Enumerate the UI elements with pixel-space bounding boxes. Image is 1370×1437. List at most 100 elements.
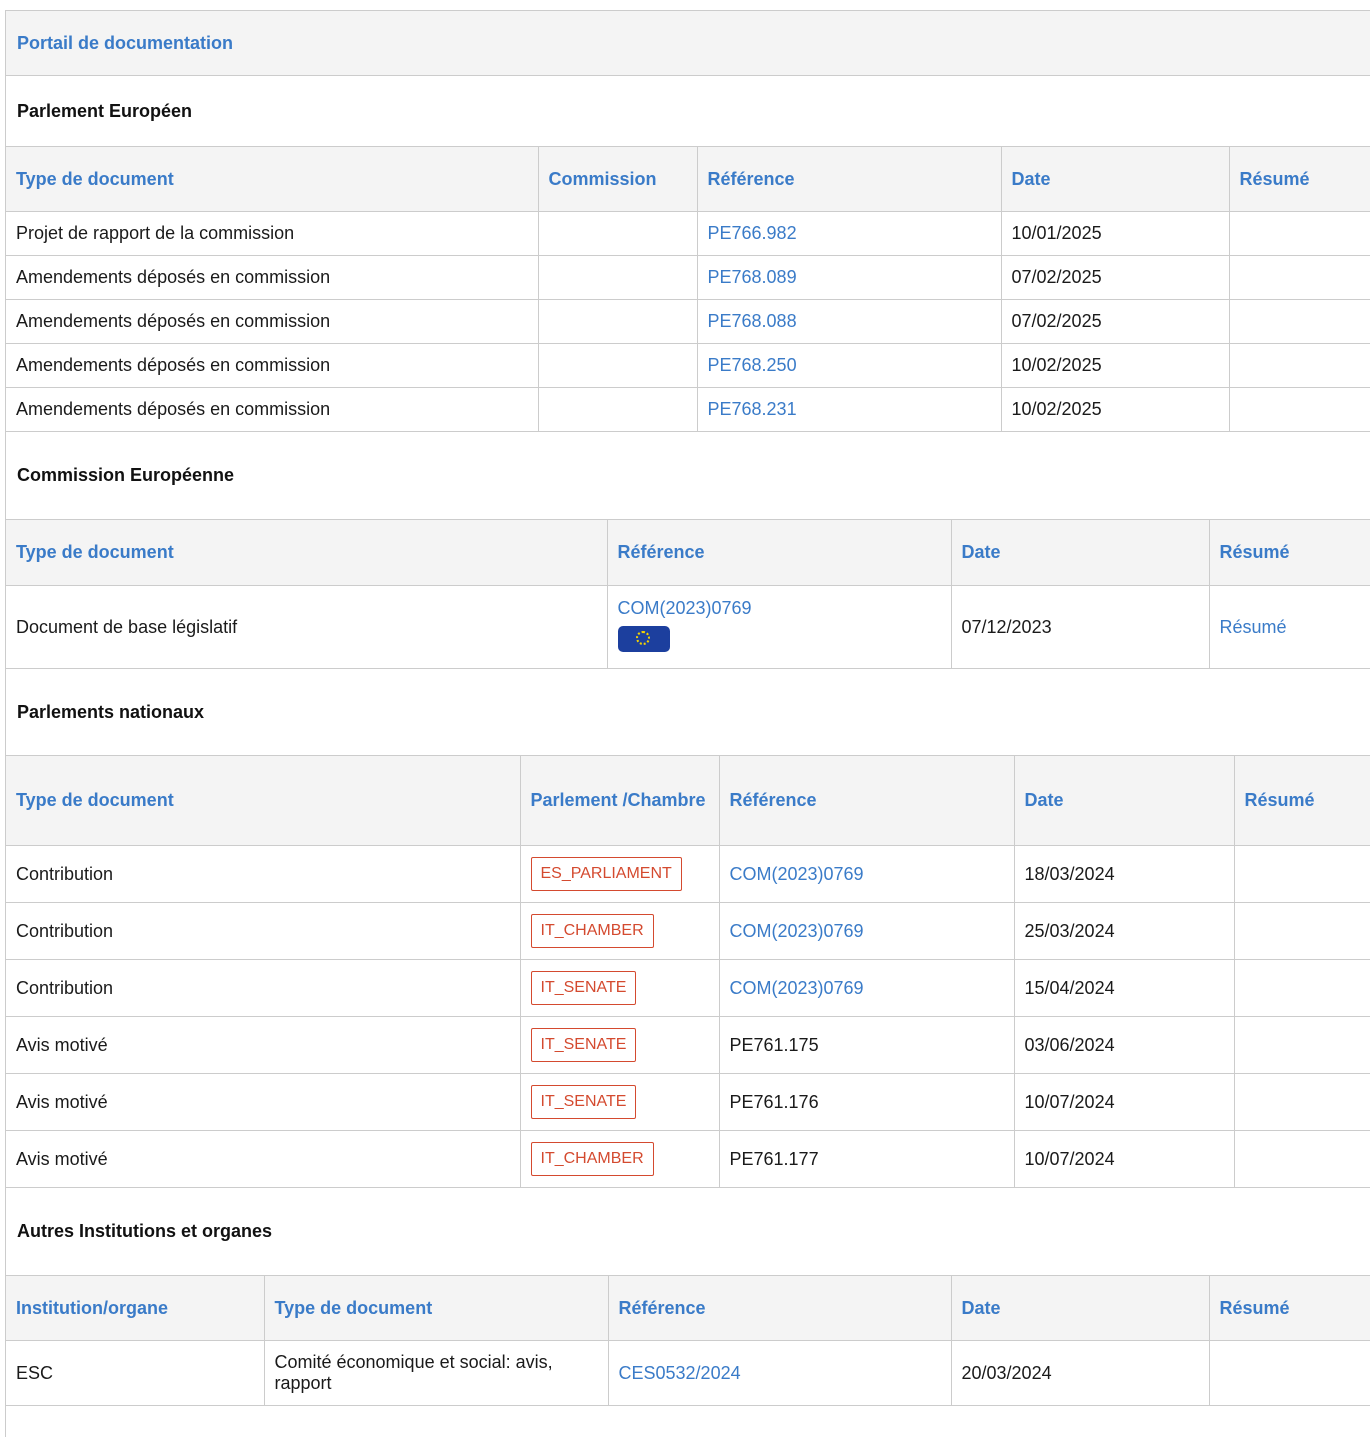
np-chamber-cell: IT_SENATE [519,1016,720,1074]
np-col-summary[interactable]: Résumé [1233,755,1370,846]
ep-summary-cell [1228,299,1370,344]
chamber-badge[interactable]: IT_SENATE [530,971,637,1005]
ep-reference-cell: PE768.089 [696,255,1002,300]
np-date-cell: 10/07/2024 [1013,1073,1235,1131]
np-date-cell: 10/07/2024 [1013,1130,1235,1188]
ep-commission-cell [537,387,698,432]
ep-reference-cell: PE768.250 [696,343,1002,388]
chamber-badge[interactable]: IT_CHAMBER [530,1142,654,1176]
ep-reference-link[interactable]: PE768.089 [708,267,797,287]
np-reference-link[interactable]: COM(2023)0769 [730,978,864,998]
np-reference-cell: PE761.177 [718,1130,1015,1188]
np-type-cell: Contribution [6,959,521,1017]
np-date-cell: 18/03/2024 [1013,845,1235,903]
ec-col-date[interactable]: Date [950,519,1210,586]
np-type-cell: Avis motivé [6,1130,521,1188]
chamber-badge[interactable]: IT_CHAMBER [530,914,654,948]
np-summary-cell [1233,1073,1370,1131]
ec-reference-link[interactable]: COM(2023)0769 [618,598,752,618]
other-col-institution[interactable]: Institution/organe [6,1275,265,1341]
np-reference-link[interactable]: COM(2023)0769 [730,864,864,884]
np-reference-cell: COM(2023)0769 [718,845,1015,903]
table-row: Avis motivé IT_CHAMBER PE761.177 10/07/2… [6,1130,1370,1188]
table-row: Amendements déposés en commission PE768.… [6,255,1370,300]
ep-col-date[interactable]: Date [1000,146,1230,212]
ep-col-summary[interactable]: Résumé [1228,146,1370,212]
ep-documents-table: Type de document Commission Référence Da… [6,146,1370,432]
ep-reference-link[interactable]: PE768.231 [708,399,797,419]
other-reference-link[interactable]: CES0532/2024 [619,1363,741,1383]
summary-link[interactable]: Résumé [1220,617,1287,637]
np-documents-table: Type de document Parlement /Chambre Réfé… [6,755,1370,1188]
table-row: Contribution ES_PARLIAMENT COM(2023)0769… [6,845,1370,903]
table-row: Document de base législatif COM(2023)076… [6,585,1370,669]
chamber-badge[interactable]: ES_PARLIAMENT [530,857,682,891]
other-header-row: Institution/organe Type de document Réfé… [6,1275,1370,1341]
ep-col-reference[interactable]: Référence [696,146,1002,212]
np-chamber-cell: IT_SENATE [519,1073,720,1131]
table-row: Avis motivé IT_SENATE PE761.176 10/07/20… [6,1073,1370,1131]
np-summary-cell [1233,959,1370,1017]
np-type-cell: Avis motivé [6,1016,521,1074]
ep-date-cell: 10/02/2025 [1000,343,1230,388]
other-col-type[interactable]: Type de document [263,1275,609,1341]
np-col-reference[interactable]: Référence [718,755,1015,846]
chamber-badge[interactable]: IT_SENATE [530,1028,637,1062]
table-row: ESC Comité économique et social: avis, r… [6,1340,1370,1406]
ep-reference-link[interactable]: PE766.982 [708,223,797,243]
ep-summary-cell [1228,343,1370,388]
np-header-row: Type de document Parlement /Chambre Réfé… [6,755,1370,846]
ep-col-type[interactable]: Type de document [6,146,539,212]
np-reference-cell: PE761.175 [718,1016,1015,1074]
eu-flag-icon[interactable] [617,625,670,652]
section-title-ec: Commission Européenne [17,465,235,485]
ep-header-row: Type de document Commission Référence Da… [6,146,1370,212]
ep-type-cell: Amendements déposés en commission [6,343,539,388]
np-summary-cell [1233,1016,1370,1074]
section-title-ep: Parlement Européen [17,100,193,121]
np-chamber-cell: IT_CHAMBER [519,1130,720,1188]
np-col-type[interactable]: Type de document [6,755,521,846]
np-summary-cell [1233,1130,1370,1188]
ep-reference-cell: PE768.088 [696,299,1002,344]
np-reference-cell: COM(2023)0769 [718,959,1015,1017]
other-reference-cell: CES0532/2024 [607,1340,952,1406]
section-title-other: Autres Institutions et organes [17,1221,273,1241]
np-chamber-cell: ES_PARLIAMENT [519,845,720,903]
ep-reference-cell: PE768.231 [696,387,1002,432]
ep-reference-link[interactable]: PE768.250 [708,355,797,375]
table-row: Projet de rapport de la commission PE766… [6,211,1370,256]
ep-reference-link[interactable]: PE768.088 [708,311,797,331]
np-chamber-cell: IT_CHAMBER [519,902,720,960]
np-col-date[interactable]: Date [1013,755,1235,846]
other-col-reference[interactable]: Référence [607,1275,952,1341]
np-date-cell: 03/06/2024 [1013,1016,1235,1074]
ep-type-cell: Amendements déposés en commission [6,255,539,300]
other-documents-table: Institution/organe Type de document Réfé… [6,1275,1370,1406]
other-date-cell: 20/03/2024 [950,1340,1210,1406]
ec-reference-cell: COM(2023)0769 [606,585,952,669]
ep-reference-cell: PE766.982 [696,211,1002,256]
portal-title: Portail de documentation [17,32,234,53]
ec-type-cell: Document de base législatif [6,585,608,669]
np-reference-link[interactable]: COM(2023)0769 [730,921,864,941]
ec-summary-cell: Résumé [1208,585,1370,669]
ep-summary-cell [1228,387,1370,432]
other-summary-cell [1208,1340,1370,1406]
ep-commission-cell [537,255,698,300]
ep-commission-cell [537,299,698,344]
ep-date-cell: 07/02/2025 [1000,255,1230,300]
np-col-chamber[interactable]: Parlement /Chambre [519,755,720,846]
ep-col-commission[interactable]: Commission [537,146,698,212]
ec-col-summary[interactable]: Résumé [1208,519,1370,586]
chamber-badge[interactable]: IT_SENATE [530,1085,637,1119]
table-row: Amendements déposés en commission PE768.… [6,299,1370,344]
ec-col-reference[interactable]: Référence [606,519,952,586]
table-row: Contribution IT_SENATE COM(2023)0769 15/… [6,959,1370,1017]
ep-date-cell: 07/02/2025 [1000,299,1230,344]
ep-date-cell: 10/01/2025 [1000,211,1230,256]
ec-col-type[interactable]: Type de document [6,519,608,586]
other-col-date[interactable]: Date [950,1275,1210,1341]
other-col-summary[interactable]: Résumé [1208,1275,1370,1341]
ep-summary-cell [1228,255,1370,300]
